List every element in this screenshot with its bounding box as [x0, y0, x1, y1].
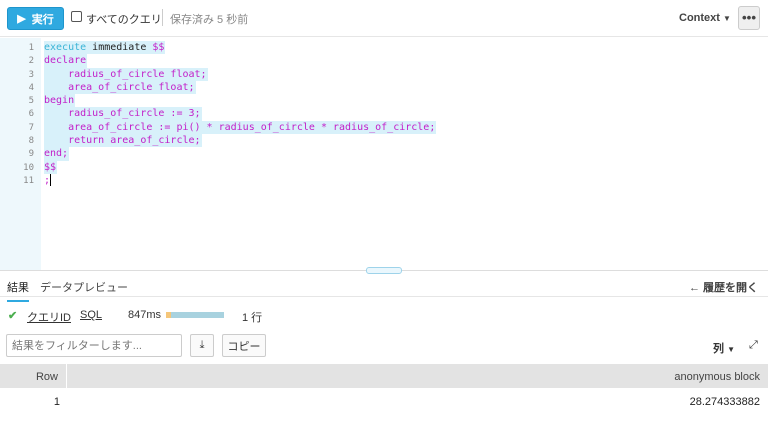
code-line: 8 return area_of_circle; [0, 134, 202, 148]
code-token: radius_of_circle float; [44, 68, 207, 80]
code-token: end; [44, 148, 69, 160]
code-text: area_of_circle := pi() * radius_of_circl… [44, 120, 437, 135]
line-number: 2 [28, 56, 34, 67]
code-line: 7 area_of_circle := pi() * radius_of_cir… [0, 120, 437, 135]
code-text: ; [44, 173, 52, 187]
code-text: radius_of_circle float; [44, 67, 208, 81]
run-button[interactable]: ▶ 実行 [7, 7, 64, 30]
line-number: 4 [28, 82, 34, 93]
code-token: area_of_circle := pi() * radius_of_circl… [44, 121, 436, 133]
line-number: 8 [28, 136, 34, 147]
sql-link[interactable]: SQL [80, 309, 102, 321]
line-number: 5 [28, 96, 34, 107]
code-line: 1 execute immediate $$ [0, 41, 166, 55]
code-text: begin [44, 94, 76, 108]
all-queries-checkbox[interactable] [71, 11, 82, 22]
expand-icon[interactable]: ⤢ [749, 339, 758, 352]
code-line: 2 declare [0, 54, 88, 68]
history-label: 履歴を開く [703, 282, 758, 294]
caret-down-icon: ▼ [727, 345, 735, 354]
tab-data-preview[interactable]: データプレビュー [40, 279, 128, 295]
download-button[interactable]: ⤓ [190, 334, 214, 357]
code-token: $$ [152, 42, 165, 53]
columns-label: 列 [713, 343, 724, 355]
code-line: 5 begin [0, 94, 76, 108]
code-token: execute [44, 42, 87, 53]
code-line: 3 radius_of_circle float; [0, 67, 208, 81]
code-editor[interactable]: 1 execute immediate $$ 2 declare 3 radius_of… [0, 41, 437, 187]
code-token: area_of_circle float; [44, 81, 195, 93]
row-count: 1 行 [242, 312, 263, 324]
column-header-anonymous-block[interactable]: anonymous block [674, 371, 760, 383]
row-number: 1 [53, 396, 60, 408]
code-text: return area_of_circle; [44, 134, 202, 148]
line-number: 9 [28, 149, 34, 160]
copy-button[interactable]: コピー [222, 334, 266, 357]
duration-bar [166, 312, 224, 318]
code-token: declare [44, 55, 87, 67]
code-token: begin [44, 95, 75, 107]
queued-segment [166, 312, 171, 318]
query-id-link[interactable]: クエリID [27, 309, 71, 325]
line-number: 6 [28, 109, 34, 120]
context-dropdown[interactable]: Context ▼ [679, 12, 731, 24]
open-history-button[interactable]: ← 履歴を開く [689, 279, 758, 295]
column-divider [66, 364, 67, 388]
all-queries-label[interactable]: すべてのクエリ [86, 11, 162, 27]
divider [162, 9, 163, 26]
context-label: Context [679, 12, 720, 24]
code-text: end; [44, 147, 70, 161]
line-number: 1 [28, 43, 34, 53]
table-header: Row anonymous block [0, 364, 768, 388]
code-line: 11; [0, 173, 52, 187]
run-label: 実行 [31, 13, 54, 26]
line-number: 11 [23, 175, 34, 186]
code-line: 9 end; [0, 147, 70, 161]
code-text: declare [44, 54, 88, 68]
text-cursor [50, 173, 52, 186]
code-token: radius_of_circle := 3; [44, 108, 201, 120]
code-line: 6 radius_of_circle := 3; [0, 107, 202, 121]
code-text: area_of_circle float; [44, 80, 196, 95]
line-number: 10 [23, 162, 34, 173]
query-duration: 847ms [128, 309, 162, 321]
code-line: 10 $$ [0, 160, 58, 174]
code-token: $$ [44, 161, 57, 173]
results-tabs: 結果 データプレビュー ← 履歴を開く [0, 271, 768, 302]
filter-results-input[interactable] [6, 334, 182, 357]
tab-results[interactable]: 結果 [7, 279, 29, 302]
code-token: return area_of_circle; [44, 135, 201, 147]
code-text: execute immediate $$ [44, 41, 166, 55]
success-check-icon: ✔ [8, 310, 18, 322]
code-text: $$ [44, 160, 58, 174]
editor-toolbar: ▶ 実行 すべてのクエリ 保存済み 5 秒前 Context ▼ ••• [0, 0, 768, 37]
column-header-row[interactable]: Row [36, 371, 58, 383]
code-line: 4 area_of_circle float; [0, 80, 196, 95]
line-number: 7 [28, 122, 34, 133]
code-token: immediate [86, 42, 153, 53]
download-icon: ⤓ [199, 339, 205, 351]
line-number: 3 [28, 69, 34, 80]
arrow-left-icon: ← [688, 282, 700, 294]
result-value: 28.274333882 [689, 396, 760, 408]
caret-down-icon: ▼ [723, 14, 731, 23]
code-text: radius_of_circle := 3; [44, 107, 202, 121]
play-icon: ▶ [17, 13, 26, 25]
saved-status: 保存済み 5 秒前 [170, 14, 249, 26]
more-options-button[interactable]: ••• [738, 6, 760, 30]
columns-dropdown[interactable]: 列 ▼ [713, 340, 735, 356]
